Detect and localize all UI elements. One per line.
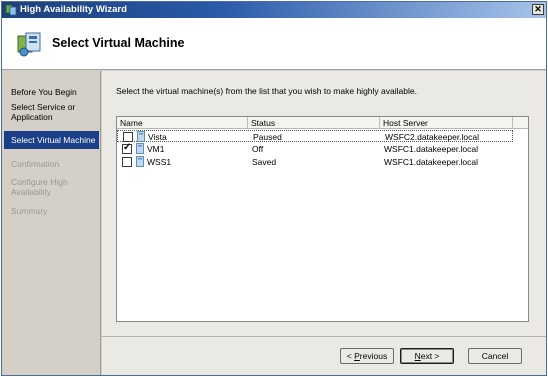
- table-row[interactable]: ✓ VM1 Off WSFC1.datakeeper.local: [117, 142, 513, 155]
- close-button[interactable]: ✕: [532, 4, 544, 15]
- vm-host: WSFC1.datakeeper.local: [384, 157, 479, 167]
- column-header-name[interactable]: Name: [117, 117, 248, 129]
- column-header-status[interactable]: Status: [248, 117, 380, 129]
- wizard-vm-icon: [17, 32, 41, 57]
- vm-name: Vista: [148, 132, 167, 142]
- step-confirmation: Confirmation: [11, 159, 60, 169]
- wizard-steps-sidebar: Before You Begin Select Service or Appli…: [2, 71, 101, 375]
- step-configure-high-availability: Configure High Availability: [11, 177, 68, 197]
- table-row[interactable]: Vista Paused WSFC2.datakeeper.local: [117, 130, 513, 142]
- virtual-machine-icon: [136, 143, 144, 154]
- instruction-text: Select the virtual machine(s) from the l…: [116, 86, 417, 96]
- virtual-machine-icon: [137, 131, 145, 142]
- step-select-virtual-machine[interactable]: Select Virtual Machine: [4, 131, 99, 149]
- vm-status: Off: [252, 144, 264, 154]
- column-header-host-server[interactable]: Host Server: [380, 117, 513, 129]
- step-before-you-begin[interactable]: Before You Begin: [11, 87, 99, 97]
- step-select-service[interactable]: Select Service or Application: [11, 102, 99, 122]
- page-title: Select Virtual Machine: [52, 36, 185, 50]
- vm-host: WSFC1.datakeeper.local: [384, 144, 479, 154]
- previous-button[interactable]: < Previous: [340, 348, 394, 364]
- table-row[interactable]: WSS1 Saved WSFC1.datakeeper.local: [117, 156, 513, 168]
- row-checkbox[interactable]: [123, 132, 133, 142]
- list-header: Name Status Host Server: [117, 117, 528, 129]
- step-summary: Summary: [11, 206, 48, 216]
- vm-name: WSS1: [147, 157, 172, 167]
- wizard-window: High Availability Wizard ✕ Select Virtua…: [1, 1, 547, 376]
- row-checkbox[interactable]: ✓: [122, 142, 132, 154]
- title-bar[interactable]: High Availability Wizard ✕: [2, 2, 546, 18]
- window-title: High Availability Wizard: [20, 4, 127, 15]
- row-checkbox[interactable]: [122, 157, 132, 167]
- cluster-app-icon: [5, 4, 17, 16]
- vm-host: WSFC2.datakeeper.local: [385, 132, 480, 142]
- next-button[interactable]: Next >: [400, 348, 454, 364]
- cancel-button[interactable]: Cancel: [468, 348, 522, 364]
- vm-status: Paused: [253, 132, 282, 142]
- wizard-header: Select Virtual Machine: [2, 18, 546, 70]
- vm-name: VM1: [147, 144, 165, 154]
- wizard-content: Select the virtual machine(s) from the l…: [102, 71, 546, 375]
- virtual-machine-icon: [136, 156, 144, 167]
- vm-status: Saved: [252, 157, 277, 167]
- button-bar: < Previous Next > Cancel: [102, 336, 546, 375]
- vm-list[interactable]: Name Status Host Server Vista Paused WSF…: [116, 116, 529, 322]
- checkmark-icon: ✓: [123, 142, 132, 153]
